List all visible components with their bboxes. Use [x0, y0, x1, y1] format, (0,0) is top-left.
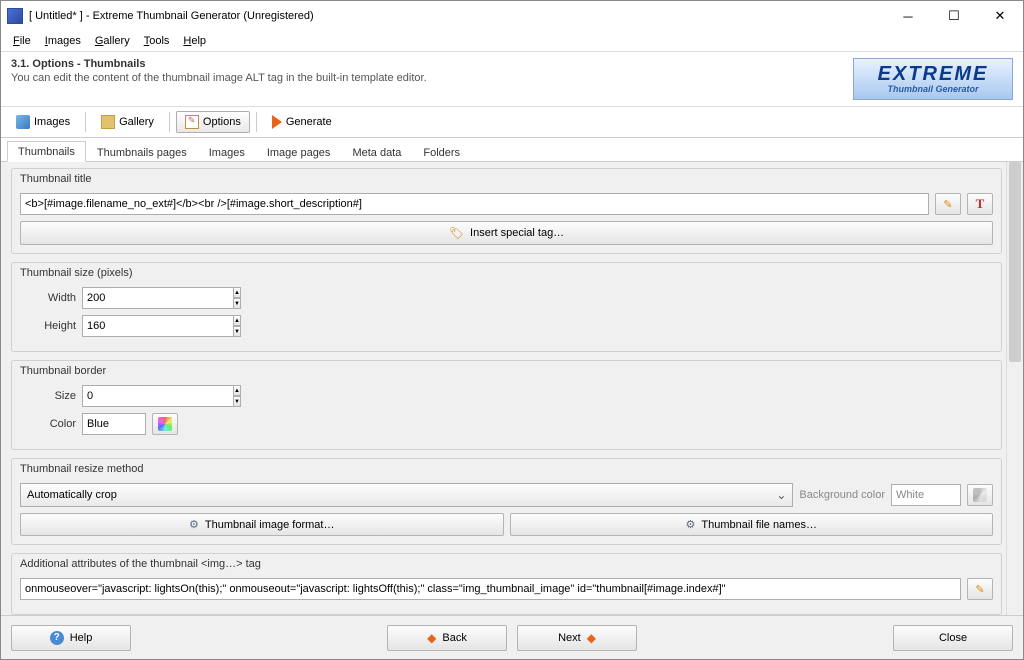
- back-button[interactable]: ◆Back: [387, 625, 507, 651]
- tab-gallery[interactable]: Gallery: [92, 111, 163, 133]
- main-toolbar: Images Gallery Options Generate: [1, 107, 1023, 138]
- subtab-image-pages[interactable]: Image pages: [256, 142, 342, 162]
- border-color-input[interactable]: [82, 413, 146, 435]
- spin-down[interactable]: ▼: [233, 298, 241, 309]
- thumbnail-title-input[interactable]: [20, 193, 929, 215]
- border-size-spinner[interactable]: ▲▼: [82, 385, 162, 407]
- width-label: Width: [20, 292, 76, 304]
- separator: [169, 112, 170, 132]
- separator: [85, 112, 86, 132]
- spin-up[interactable]: ▲: [233, 385, 241, 396]
- group-thumbnail-title: Thumbnail title ✎ T 🏷Insert special tag…: [11, 168, 1002, 254]
- group-thumbnail-border: Thumbnail border Size ▲▼ Color: [11, 360, 1002, 450]
- tag-icon: 🏷: [449, 226, 464, 240]
- font-button[interactable]: T: [967, 193, 993, 215]
- tab-generate[interactable]: Generate: [263, 111, 341, 133]
- height-input[interactable]: [82, 315, 233, 337]
- border-size-input[interactable]: [82, 385, 233, 407]
- page-subtitle: You can edit the content of the thumbnai…: [11, 72, 853, 84]
- width-input[interactable]: [82, 287, 233, 309]
- spin-down[interactable]: ▼: [233, 326, 241, 337]
- options-panel: Thumbnail title ✎ T 🏷Insert special tag……: [1, 162, 1006, 615]
- gear-icon: ⚙: [686, 518, 696, 531]
- help-button[interactable]: ?Help: [11, 625, 131, 651]
- separator: [256, 112, 257, 132]
- spin-up[interactable]: ▲: [233, 287, 241, 298]
- menu-gallery[interactable]: Gallery: [89, 33, 136, 49]
- img-attributes-input[interactable]: [20, 578, 961, 600]
- help-icon: ?: [50, 631, 64, 645]
- edit-icon: ✎: [943, 198, 952, 211]
- tab-images[interactable]: Images: [7, 111, 79, 133]
- next-button[interactable]: Next◆: [517, 625, 637, 651]
- group-thumbnail-size: Thumbnail size (pixels) Width ▲▼ Height …: [11, 262, 1002, 352]
- options-icon: [185, 115, 199, 129]
- group-additional-attributes: Additional attributes of the thumbnail <…: [11, 553, 1002, 615]
- gear-icon: ⚙: [189, 518, 199, 531]
- menubar: File Images Gallery Tools Help: [1, 31, 1023, 51]
- group-label: Thumbnail size (pixels): [12, 263, 1001, 283]
- menu-file[interactable]: File: [7, 33, 37, 49]
- footer: ?Help ◆Back Next◆ Close: [1, 615, 1023, 659]
- menu-help[interactable]: Help: [177, 33, 212, 49]
- insert-special-tag-button[interactable]: 🏷Insert special tag…: [20, 221, 993, 245]
- subtab-thumbnails-pages[interactable]: Thumbnails pages: [86, 142, 198, 162]
- menu-images[interactable]: Images: [39, 33, 87, 49]
- edit-title-button[interactable]: ✎: [935, 193, 961, 215]
- spin-up[interactable]: ▲: [233, 315, 241, 326]
- group-label: Additional attributes of the thumbnail <…: [12, 554, 1001, 574]
- maximize-button[interactable]: ☐: [931, 1, 977, 31]
- thumbnail-image-format-button[interactable]: ⚙Thumbnail image format…: [20, 513, 504, 536]
- group-resize-method: Thumbnail resize method Automatically cr…: [11, 458, 1002, 545]
- scrollbar[interactable]: [1006, 162, 1023, 615]
- gallery-icon: [101, 115, 115, 129]
- brand-logo: EXTREME Thumbnail Generator: [853, 58, 1013, 100]
- subtab-thumbnails[interactable]: Thumbnails: [7, 141, 86, 162]
- group-label: Thumbnail title: [12, 169, 1001, 189]
- titlebar: [ Untitled* ] - Extreme Thumbnail Genera…: [1, 1, 1023, 31]
- edit-icon: ✎: [975, 583, 984, 596]
- close-window-button[interactable]: Close: [893, 625, 1013, 651]
- palette-icon: [973, 488, 987, 502]
- thumbnail-file-names-button[interactable]: ⚙Thumbnail file names…: [510, 513, 994, 536]
- app-icon: [7, 8, 23, 24]
- border-color-label: Color: [20, 418, 76, 430]
- spin-down[interactable]: ▼: [233, 396, 241, 407]
- generate-icon: [272, 115, 282, 129]
- page-title: 3.1. Options - Thumbnails: [11, 58, 853, 70]
- arrow-left-icon: ◆: [427, 631, 436, 645]
- arrow-right-icon: ◆: [587, 631, 596, 645]
- window-title: [ Untitled* ] - Extreme Thumbnail Genera…: [29, 10, 885, 22]
- images-icon: [16, 115, 30, 129]
- font-icon: T: [976, 196, 985, 212]
- subtab-images[interactable]: Images: [198, 142, 256, 162]
- height-spinner[interactable]: ▲▼: [82, 315, 162, 337]
- edit-attributes-button[interactable]: ✎: [967, 578, 993, 600]
- scrollbar-thumb[interactable]: [1009, 162, 1021, 362]
- palette-icon: [158, 417, 172, 431]
- subtab-folders[interactable]: Folders: [412, 142, 471, 162]
- bg-color-input: [891, 484, 961, 506]
- height-label: Height: [20, 320, 76, 332]
- width-spinner[interactable]: ▲▼: [82, 287, 162, 309]
- close-button[interactable]: ✕: [977, 1, 1023, 31]
- subtab-meta-data[interactable]: Meta data: [341, 142, 412, 162]
- bg-color-label: Background color: [799, 489, 885, 501]
- tab-options[interactable]: Options: [176, 111, 250, 133]
- bg-color-picker-button: [967, 484, 993, 506]
- menu-tools[interactable]: Tools: [138, 33, 176, 49]
- group-label: Thumbnail resize method: [12, 459, 1001, 479]
- color-picker-button[interactable]: [152, 413, 178, 435]
- group-label: Thumbnail border: [12, 361, 1001, 381]
- resize-method-select[interactable]: Automatically crop: [20, 483, 793, 507]
- minimize-button[interactable]: ─: [885, 1, 931, 31]
- border-size-label: Size: [20, 390, 76, 402]
- sub-tabs: Thumbnails Thumbnails pages Images Image…: [1, 138, 1023, 162]
- header: 3.1. Options - Thumbnails You can edit t…: [1, 51, 1023, 107]
